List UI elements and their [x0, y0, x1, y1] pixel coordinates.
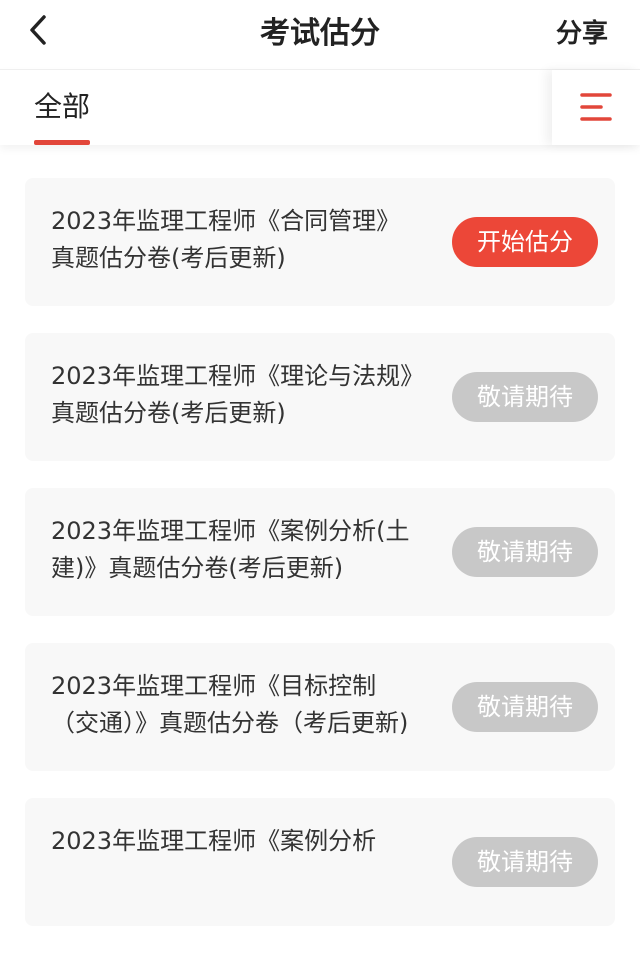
list-item[interactable]: 2023年监理工程师《理论与法规》真题估分卷(考后更新) 敬请期待: [25, 333, 615, 461]
tab-active-indicator: [34, 140, 91, 145]
paper-title: 2023年监理工程师《理论与法规》真题估分卷(考后更新): [51, 362, 413, 427]
start-estimate-button[interactable]: 开始估分: [452, 217, 598, 267]
page-title: 考试估分: [260, 16, 380, 51]
chevron-left-icon[interactable]: [22, 12, 58, 48]
list-item[interactable]: 2023年监理工程师《目标控制（交通）》真题估分卷（考后更新) 敬请期待: [25, 643, 615, 771]
paper-title: 2023年监理工程师《案例分析(土建)》真题估分卷(考后更新): [51, 517, 410, 582]
coming-soon-button[interactable]: 敬请期待: [452, 372, 598, 422]
nav-bar: 考试估分 分享: [0, 0, 640, 68]
filter-menu-button[interactable]: [552, 70, 640, 145]
list-item[interactable]: 2023年监理工程师《案例分析(土建)》真题估分卷(考后更新) 敬请期待: [25, 488, 615, 616]
paper-title: 2023年监理工程师《合同管理》真题估分卷(考后更新): [51, 207, 401, 272]
share-button[interactable]: 分享: [556, 0, 608, 68]
tab-all-label: 全部: [34, 90, 91, 123]
tab-bar: 全部: [0, 69, 640, 145]
list-item[interactable]: 2023年监理工程师《案例分析 敬请期待: [25, 798, 615, 926]
coming-soon-button[interactable]: 敬请期待: [452, 837, 598, 887]
paper-title: 2023年监理工程师《案例分析: [51, 827, 377, 855]
tab-all[interactable]: 全部: [34, 70, 91, 145]
paper-title: 2023年监理工程师《目标控制（交通）》真题估分卷（考后更新): [51, 672, 409, 737]
list-item[interactable]: 2023年监理工程师《合同管理》真题估分卷(考后更新) 开始估分: [25, 178, 615, 306]
paper-list: 2023年监理工程师《合同管理》真题估分卷(考后更新) 开始估分 2023年监理…: [25, 178, 615, 953]
filter-menu-icon: [580, 93, 612, 121]
coming-soon-button[interactable]: 敬请期待: [452, 682, 598, 732]
coming-soon-button[interactable]: 敬请期待: [452, 527, 598, 577]
